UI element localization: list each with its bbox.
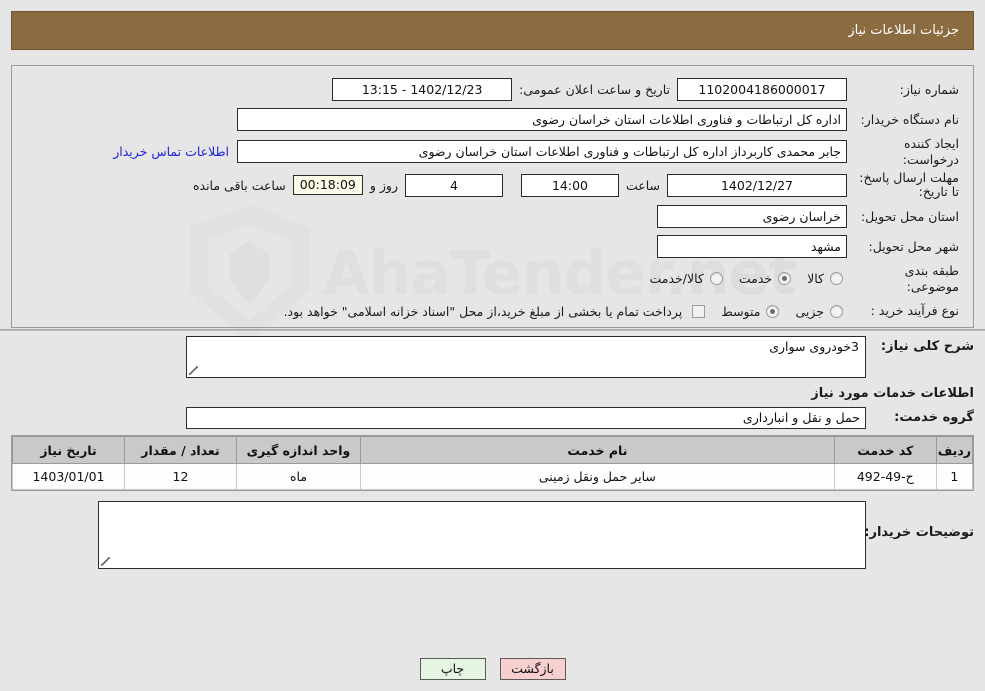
radio-category-0[interactable]	[830, 272, 843, 286]
radio-category-1[interactable]	[778, 272, 792, 286]
radio-category-2[interactable]	[709, 272, 723, 286]
payment-note-checkbox[interactable]	[692, 304, 706, 318]
province-label: استان محل تحویل:	[860, 208, 959, 224]
row-requester: ایجاد کننده درخواست: جابر محمدی کاربرداز…	[22, 136, 959, 167]
col-row-no: ردیف	[935, 436, 974, 464]
service-group-label: گروه خدمت:	[894, 410, 974, 425]
need-info-panel: شماره نیاز: 1102004186000017 تاریخ و ساع…	[11, 65, 974, 328]
general-desc-label: شرح کلی نیاز:	[880, 339, 974, 354]
buyer-notes-label: توضیحات خریدار:	[864, 525, 974, 540]
service-group-value: حمل و نقل و انبارداری	[186, 407, 866, 429]
page-root: AhaTender.net جزئیات اطلاعات نیاز شماره …	[0, 0, 985, 691]
col-unit: واحد اندازه گیری	[236, 436, 361, 464]
back-button[interactable]: بازگشت	[499, 658, 566, 680]
buyer-notes-textarea[interactable]	[98, 501, 866, 569]
cell-row-no: 1	[935, 463, 974, 490]
general-desc-textarea[interactable]: 3خودروی سواری	[186, 336, 866, 378]
deadline-date-value: 1402/12/27	[667, 173, 847, 197]
section-divider	[0, 329, 985, 331]
announce-datetime-value: 1402/12/23 - 13:15	[332, 78, 513, 101]
col-quantity: تعداد / مقدار	[124, 436, 237, 464]
radio-process-label-0: جزیی	[795, 303, 824, 319]
print-button[interactable]: چاپ	[419, 658, 486, 680]
footer-actions: بازگشت چاپ	[0, 658, 985, 680]
buyer-contact-link[interactable]: اطلاعات تماس خریدار	[105, 144, 237, 159]
requester-value: جابر محمدی کاربرداز اداره کل ارتباطات و …	[237, 140, 847, 164]
need-info-form: شماره نیاز: 1102004186000017 تاریخ و ساع…	[12, 66, 973, 325]
row-deadline: مهلت ارسال پاسخ: تا تاریخ: 1402/12/27 سا…	[22, 170, 959, 200]
countdown-timer: 00:18:09	[292, 175, 363, 196]
deadline-time-value: 14:00	[520, 173, 619, 197]
row-buyer-org: نام دستگاه خریدار: اداره کل ارتباطات و ف…	[22, 106, 959, 133]
row-service-group: گروه خدمت: حمل و نقل و انبارداری	[11, 407, 974, 429]
radio-process-0[interactable]	[830, 304, 843, 318]
row-city: شهر محل تحویل: مشهد	[22, 233, 959, 260]
buyer-org-label: نام دستگاه خریدار:	[860, 111, 959, 127]
col-need-date: تاریخ نیاز	[12, 436, 125, 464]
services-section-title: اطلاعات خدمات مورد نیاز	[811, 386, 974, 401]
radio-category-label-1: خدمت	[738, 271, 773, 287]
row-process: نوع فرآیند خرید : جزیی متوسط پرداخت تمام…	[22, 298, 959, 325]
cell-service-code: ح-49-492	[833, 463, 937, 490]
table-row[interactable]: 1 ح-49-492 سایر حمل ونقل زمینی ماه 12 14…	[12, 463, 974, 490]
category-label: طبقه بندی موضوعی:	[904, 263, 959, 294]
city-label: شهر محل تحویل:	[868, 238, 959, 254]
row-category: طبقه بندی موضوعی: کالا خدمت کالا/خدمت	[22, 263, 959, 294]
days-remaining-value: 4	[404, 173, 503, 197]
radio-category-label-0: کالا	[807, 271, 824, 287]
announce-datetime-label: تاریخ و ساعت اعلان عمومی:	[519, 82, 670, 97]
services-table-wrapper: ردیف کد خدمت نام خدمت واحد اندازه گیری ت…	[11, 435, 974, 491]
col-service-code: کد خدمت	[833, 436, 937, 464]
row-general-description: شرح کلی نیاز: 3خودروی سواری	[11, 336, 974, 378]
services-table: ردیف کد خدمت نام خدمت واحد اندازه گیری ت…	[12, 436, 974, 490]
radio-process-1[interactable]	[766, 304, 780, 318]
process-label: نوع فرآیند خرید :	[870, 303, 959, 319]
cell-quantity: 12	[124, 463, 237, 490]
deadline-time-word: ساعت	[625, 177, 660, 193]
cell-unit: ماه	[236, 463, 361, 490]
need-number-value: 1102004186000017	[677, 78, 847, 101]
col-service-name: نام خدمت	[360, 436, 835, 464]
deadline-label: مهلت ارسال پاسخ: تا تاریخ:	[859, 169, 959, 200]
header: جزئیات اطلاعات نیاز	[11, 11, 974, 50]
header-bar: جزئیات اطلاعات نیاز	[11, 11, 974, 50]
row-province: استان محل تحویل: خراسان رضوی	[22, 203, 959, 230]
requester-label: ایجاد کننده درخواست:	[902, 136, 959, 167]
radio-category-label-2: کالا/خدمت	[649, 271, 704, 287]
row-need-number: شماره نیاز: 1102004186000017 تاریخ و ساع…	[22, 76, 959, 103]
city-value: مشهد	[657, 235, 847, 259]
radio-process-label-1: متوسط	[721, 303, 761, 319]
table-header-row: ردیف کد خدمت نام خدمت واحد اندازه گیری ت…	[12, 436, 974, 464]
need-details-section: شرح کلی نیاز: 3خودروی سواری اطلاعات خدما…	[11, 336, 974, 575]
page-title: جزئیات اطلاعات نیاز	[848, 23, 959, 38]
row-buyer-notes: توضیحات خریدار:	[11, 501, 974, 569]
province-value: خراسان رضوی	[657, 205, 847, 229]
buyer-org-value: اداره کل ارتباطات و فناوری اطلاعات استان…	[237, 108, 847, 131]
payment-note-text: پرداخت تمام یا بخشی از مبلغ خرید،از محل …	[283, 303, 683, 319]
need-number-label: شماره نیاز:	[899, 81, 959, 97]
days-word: روز و	[369, 177, 398, 193]
remaining-word: ساعت باقی مانده	[192, 177, 286, 193]
cell-need-date: 1403/01/01	[12, 463, 125, 490]
cell-service-name: سایر حمل ونقل زمینی	[360, 463, 835, 490]
